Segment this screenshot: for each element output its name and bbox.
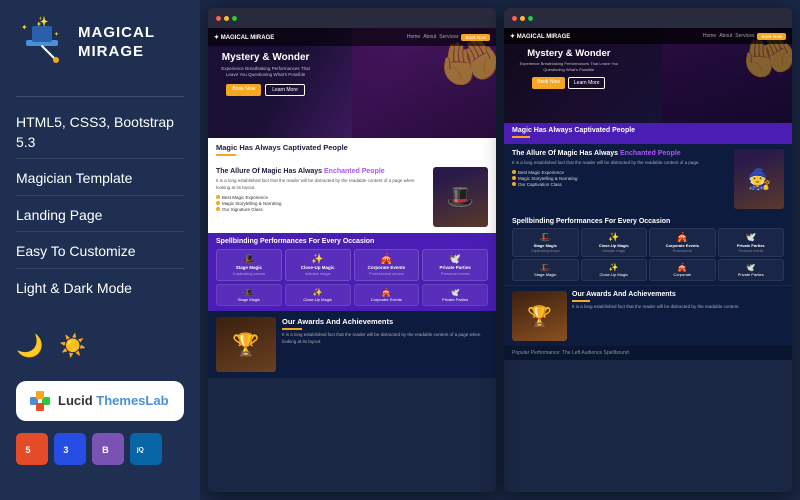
brand-logo-icon	[28, 389, 52, 413]
light-mode-icon[interactable]: ☀️	[59, 333, 86, 359]
preview-enchanted-dark: The Allure Of Magic Has Always Enchanted…	[504, 144, 792, 214]
preview-services-dark: Spellbinding Performances For Every Occa…	[504, 214, 792, 285]
preview-column-2: 🤲 ✦ MAGICAL MIRAGE Home About Services B…	[504, 8, 792, 492]
feature-dark-light-mode: Light & Dark Mode	[16, 273, 184, 305]
awards-underline	[282, 328, 302, 330]
service-icon-1: 🎩	[220, 254, 278, 265]
preview-scroll-2: 🤲 ✦ MAGICAL MIRAGE Home About Services B…	[504, 28, 792, 492]
svg-text:5: 5	[25, 445, 30, 455]
svg-text:✦: ✦	[21, 23, 28, 32]
preview-bullets: Best Magic Experience Magic Storytelling…	[216, 195, 427, 212]
right-panel: 🤲 ✦ MAGICAL MIRAGE Home About Services B…	[200, 0, 800, 500]
preview-footer-band: Popular Performance: The Left Audience S…	[504, 346, 792, 360]
brand-badge: Lucid ThemesLab	[16, 381, 184, 421]
service-card-1: 🎩 Stage Magic Captivating shows	[216, 249, 282, 281]
dark-mode-icon[interactable]: 🌙	[16, 333, 43, 359]
service-icon-3: 🎪	[358, 254, 416, 265]
browser-dot-red-2	[512, 16, 517, 21]
preview-awards-dark: 🏆 Our Awards And Achievements It is a lo…	[504, 285, 792, 346]
service-card-3: 🎪 Corporate Events Professional shows	[354, 249, 420, 281]
browser-dot-green-2	[528, 16, 533, 21]
feature-landing-page: Landing Page	[16, 200, 184, 233]
preview-scroll-1: 🤲 ✦ MAGICAL MIRAGE Home About Services B…	[208, 28, 496, 492]
feature-html5-css3: HTML5, CSS3, Bootstrap 5.3	[16, 107, 184, 159]
jquery-badge: jQ	[130, 433, 162, 465]
preview-magician-img: 🎩	[433, 167, 488, 227]
browser-dot-red	[216, 16, 221, 21]
services-grid: 🎩 Stage Magic Captivating shows ✨ Close-…	[216, 249, 488, 281]
services-grid-row2: 🎩 Stage Magic ✨ Close-Up Magic 🎪 Corpora…	[216, 284, 488, 306]
browser-dot-green	[232, 16, 237, 21]
tech-badges: 5 3 B jQ	[16, 433, 184, 465]
service-icon-4: 🕊️	[426, 254, 484, 265]
svg-text:jQ: jQ	[136, 446, 144, 453]
preview-hero-2: 🤲 ✦ MAGICAL MIRAGE Home About Services B…	[504, 28, 792, 123]
bootstrap-badge: B	[92, 433, 124, 465]
browser-dot-yellow	[224, 16, 229, 21]
feature-easy-customize: Easy To Customize	[16, 236, 184, 269]
awards-img: 🏆	[216, 317, 276, 372]
browser-bar-1	[208, 8, 496, 28]
preview-awards: 🏆 Our Awards And Achievements It is a lo…	[208, 311, 496, 378]
svg-text:B: B	[102, 445, 109, 455]
svg-text:3: 3	[63, 445, 68, 455]
hero-cta-book[interactable]: Book Now	[226, 84, 261, 96]
logo-area: ✦ ✦ ✨ MAGICAL MIRAGE	[16, 16, 184, 68]
browser-bar-2	[504, 8, 792, 28]
preview-hero-text: Mystery & Wonder Experience Breathtaking…	[208, 48, 323, 100]
logo-text: MAGICAL MIRAGE	[78, 23, 155, 62]
left-panel: ✦ ✦ ✨ MAGICAL MIRAGE HTML5, CSS3, Bootst…	[0, 0, 200, 500]
preview-column-1: 🤲 ✦ MAGICAL MIRAGE Home About Services B…	[208, 8, 496, 492]
service-card-4: 🕊️ Private Parties Personal events	[422, 249, 488, 281]
preview-two-col: The Allure Of Magic Has Always Enchanted…	[208, 163, 496, 233]
svg-text:✦: ✦	[54, 31, 59, 38]
service-icon-2: ✨	[289, 254, 347, 265]
feature-magician-template: Magician Template	[16, 163, 184, 196]
preview-purple-band: Magic Has Always Captivated People	[504, 123, 792, 144]
theme-toggles: 🌙 ☀️	[16, 325, 184, 367]
preview-section-magic: Magic Has Always Captivated People	[208, 138, 496, 163]
features-list: HTML5, CSS3, Bootstrap 5.3 Magician Temp…	[16, 107, 184, 305]
logo-icon: ✦ ✦ ✨	[16, 16, 68, 68]
hero-cta-learn[interactable]: Learn More	[265, 84, 305, 96]
css3-badge: 3	[54, 433, 86, 465]
brand-badge-text: Lucid ThemesLab	[58, 393, 169, 408]
section-underline	[216, 154, 236, 156]
hero-section-1: 🤲 ✦ MAGICAL MIRAGE Home About Services B…	[208, 28, 496, 138]
service-card-2: ✨ Close-Up Magic Intimate magic	[285, 249, 351, 281]
divider	[16, 96, 184, 97]
browser-dot-yellow-2	[520, 16, 525, 21]
preview-services-section: Spellbinding Performances For Every Occa…	[208, 233, 496, 311]
svg-text:✨: ✨	[36, 16, 48, 28]
preview-nav-logo: ✦ MAGICAL MIRAGE	[214, 34, 274, 41]
html5-badge: 5	[16, 433, 48, 465]
preview-nav-1: ✦ MAGICAL MIRAGE Home About Services Boo…	[208, 28, 496, 46]
